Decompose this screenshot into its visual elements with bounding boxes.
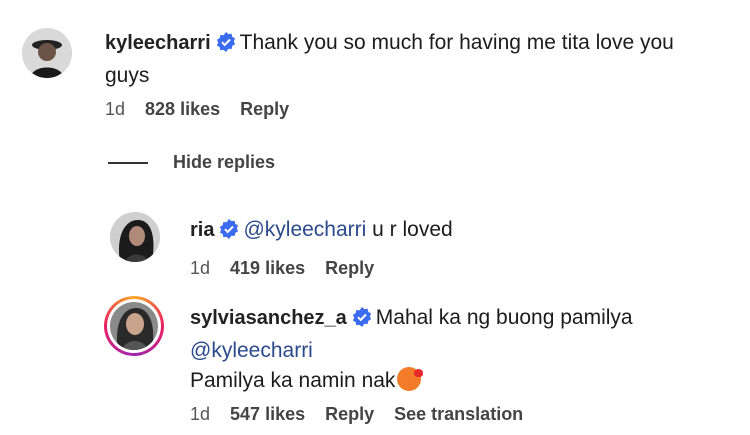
- timestamp: 1d: [190, 404, 211, 424]
- comment-kyleecharri: kyleecharri Thank you so much for having …: [105, 28, 735, 91]
- timestamp: 1d: [190, 258, 211, 278]
- comment-text-cont: guys: [105, 64, 150, 87]
- mention-link[interactable]: @kyleecharri: [243, 218, 366, 241]
- verified-badge-icon: [219, 218, 239, 248]
- comment-text: Thank you so much for having me tita lov…: [239, 31, 674, 54]
- likes-count[interactable]: 828 likes: [145, 99, 220, 119]
- reply-ria: ria @kyleecharri u r loved: [190, 215, 730, 248]
- reply-body: ria @kyleecharri u r loved: [190, 215, 730, 248]
- reply-sylviasanchez-a: sylviasanchez_a Mahal ka ng buong pamilya…: [190, 303, 730, 396]
- reply-text: Mahal ka ng buong pamilya: [375, 306, 633, 329]
- reply-button[interactable]: Reply: [240, 99, 289, 119]
- reply-text: u r loved: [372, 218, 453, 241]
- hide-replies-button[interactable]: Hide replies: [108, 152, 275, 173]
- reply-meta: 1d 419 likes Reply: [190, 258, 394, 279]
- timestamp: 1d: [105, 99, 126, 119]
- see-translation-button[interactable]: See translation: [394, 404, 523, 424]
- likes-count[interactable]: 419 likes: [230, 258, 305, 278]
- reply-body: sylviasanchez_a Mahal ka ng buong pamilya…: [190, 303, 730, 396]
- reply-text-cont: Pamilya ka namin nak: [190, 369, 396, 392]
- comment-meta: 1d 828 likes Reply: [105, 99, 309, 120]
- kissing-heart-emoji-icon: [397, 367, 424, 391]
- reply-button[interactable]: Reply: [325, 258, 374, 278]
- username[interactable]: sylviasanchez_a: [190, 307, 347, 329]
- username[interactable]: kyleecharri: [105, 32, 211, 54]
- username[interactable]: ria: [190, 219, 214, 241]
- divider-line: [108, 161, 148, 164]
- verified-badge-icon: [352, 306, 372, 336]
- hide-replies-label: Hide replies: [173, 152, 276, 172]
- reply-meta: 1d 547 likes Reply See translation: [190, 404, 543, 425]
- reply-button[interactable]: Reply: [325, 404, 374, 424]
- verified-badge-icon: [216, 31, 236, 61]
- comment-body: kyleecharri Thank you so much for having …: [105, 28, 735, 91]
- mention-link[interactable]: @kyleecharri: [190, 339, 313, 362]
- likes-count[interactable]: 547 likes: [230, 404, 305, 424]
- avatar-ria[interactable]: [110, 212, 160, 262]
- avatar-kyleecharri[interactable]: [22, 28, 72, 78]
- avatar-sylviasanchez-a[interactable]: [104, 296, 164, 356]
